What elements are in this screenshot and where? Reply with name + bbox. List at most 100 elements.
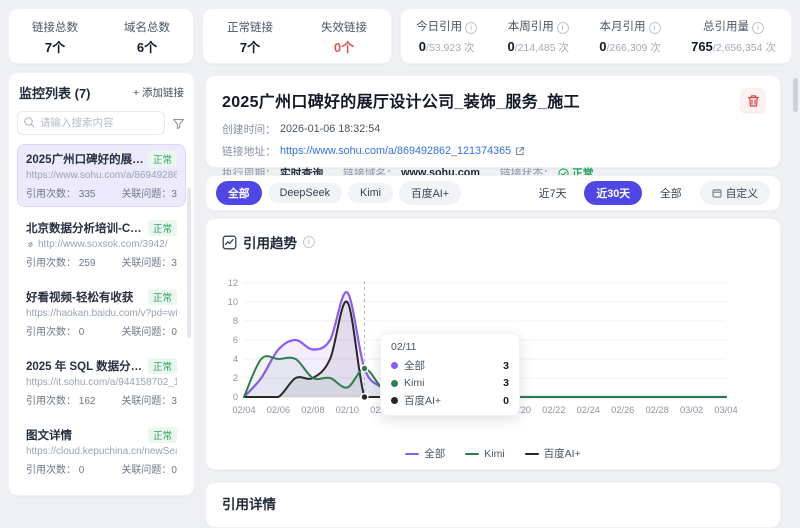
svg-text:8: 8: [233, 316, 238, 326]
svg-text:02/22: 02/22: [542, 405, 565, 415]
tab-全部[interactable]: 全部: [216, 181, 262, 205]
svg-text:02/06: 02/06: [267, 405, 290, 415]
info-icon[interactable]: i: [557, 22, 569, 34]
section-title: 引用详情: [222, 493, 764, 513]
list-item[interactable]: 图文详情正常 https://cloud.kepuchina.cn/newSear…: [17, 420, 186, 483]
legend-item-Kimi[interactable]: Kimi: [465, 446, 504, 461]
list-item[interactable]: 好看视频-轻松有收获正常 https://haokan.baidu.com/v?p…: [17, 282, 186, 345]
monitor-sidebar: 监控列表 (7) + 添加链接 2025广州口碑好的展厅设计公司_...正常ht…: [8, 72, 195, 496]
chart-icon: [222, 235, 237, 250]
link-url[interactable]: https://www.sohu.com/a/869492862_1213743…: [280, 145, 511, 157]
chart-tooltip: 02/11 全部3 Kimi3 百度AI+0: [380, 333, 520, 416]
citation-count: 引用次数： 162: [26, 392, 95, 407]
legend-swatch-icon: [405, 453, 419, 455]
stat-group-totals: 链接总数7个域名总数6个: [8, 8, 194, 64]
created-value: 2026-01-06 18:32:54: [280, 123, 380, 135]
tab-Kimi[interactable]: Kimi: [348, 183, 393, 203]
list-item[interactable]: 2025年11月车型投诉，充电桩引发...正常https://news.yich…: [17, 489, 186, 496]
svg-text:02/26: 02/26: [611, 405, 634, 415]
list-item[interactable]: 2025 年 SQL 数据分析证书培训机...正常 https://it.sohu…: [17, 351, 186, 414]
filter-icon[interactable]: [171, 116, 186, 131]
delete-button[interactable]: [740, 88, 766, 114]
citation-count: 引用次数： 335: [26, 185, 95, 200]
chart-title: 引用趋势: [243, 232, 297, 252]
item-title: 2025 年 SQL 数据分析证书培训机...: [26, 358, 144, 374]
item-url: https://haokan.baidu.com/v?pd=wisena: [26, 308, 177, 319]
tooltip-row: 全部3: [391, 358, 509, 373]
range-近30天[interactable]: 近30天: [584, 181, 642, 205]
range-tabs: 近7天近30天全部自定义: [527, 181, 770, 205]
filter-bar: 全部DeepSeekKimi百度AI+ 近7天近30天全部自定义: [205, 175, 781, 211]
stat: 本周引用i0/214,485 次: [507, 18, 569, 54]
status-badge: 正常: [148, 220, 177, 236]
svg-text:4: 4: [233, 354, 238, 364]
list-item[interactable]: 2025广州口碑好的展厅设计公司_...正常https://www.sohu.c…: [17, 144, 186, 207]
svg-text:02/10: 02/10: [336, 405, 359, 415]
info-icon[interactable]: i: [303, 236, 315, 248]
tooltip-row: Kimi3: [391, 377, 509, 389]
item-url: https://cloud.kepuchina.cn/newSearch/i: [26, 446, 177, 457]
info-icon[interactable]: i: [649, 22, 661, 34]
stat: 正常链接7个: [227, 19, 273, 54]
link-label: 链接地址：: [222, 143, 276, 159]
svg-text:12: 12: [228, 278, 238, 288]
svg-text:02/08: 02/08: [301, 405, 324, 415]
item-url: http://www.soxsok.com/3942/: [26, 239, 177, 250]
stat-group-citations: 今日引用i0/53,923 次本周引用i0/214,485 次本月引用i0/26…: [400, 8, 792, 64]
stat: 失效链接0个: [321, 19, 367, 54]
add-link-button[interactable]: + 添加链接: [133, 85, 184, 100]
tab-百度AI+[interactable]: 百度AI+: [399, 181, 461, 205]
item-url: https://it.sohu.com/a/944158702_12252:: [26, 377, 177, 388]
stat: 域名总数6个: [124, 19, 170, 54]
svg-text:2: 2: [233, 373, 238, 383]
chart-legend: 全部 Kimi 百度AI+: [206, 446, 780, 461]
search-input[interactable]: [17, 111, 165, 135]
stat-group-health: 正常链接7个 失效链接0个: [202, 8, 392, 64]
status-badge: 正常: [148, 151, 177, 167]
status-badge: 正常: [148, 358, 177, 374]
trend-chart-card: 引用趋势 i 0 2 4 6 8 10 12 02/04 02/06 02/08 02/10 02/1…: [205, 218, 781, 470]
info-icon[interactable]: i: [752, 22, 764, 34]
sidebar-scrollbar[interactable]: [187, 188, 191, 338]
series-dot-icon: [391, 362, 398, 369]
status-badge: 正常: [148, 427, 177, 443]
calendar-icon: [712, 188, 722, 198]
external-link-icon[interactable]: [515, 146, 525, 156]
svg-text:02/04: 02/04: [232, 405, 255, 415]
sidebar-title: 监控列表 (7): [19, 83, 91, 102]
item-title: 图文详情: [26, 427, 144, 443]
range-自定义[interactable]: 自定义: [700, 181, 770, 205]
status-badge: 正常: [148, 289, 177, 305]
svg-text:0: 0: [233, 392, 238, 402]
legend-item-全部[interactable]: 全部: [405, 446, 445, 461]
citation-count: 引用次数： 0: [26, 461, 84, 476]
source-tabs: 全部 DeepSeek Kimi 百度AI+: [216, 181, 461, 205]
related-questions: 关联问题：3: [121, 254, 177, 269]
stat: 今日引用i0/53,923 次: [416, 18, 477, 54]
item-title: 好看视频-轻松有收获: [26, 289, 144, 305]
related-questions: 关联问题：0: [121, 461, 177, 476]
legend-swatch-icon: [465, 453, 479, 455]
svg-text:03/04: 03/04: [714, 405, 737, 415]
range-近7天[interactable]: 近7天: [527, 181, 579, 205]
link-icon: [26, 240, 35, 249]
legend-item-百度AI+[interactable]: 百度AI+: [525, 446, 581, 461]
search-icon: [23, 116, 36, 129]
related-questions: 关联问题：0: [121, 323, 177, 338]
tooltip-date: 02/11: [391, 341, 509, 353]
range-全部[interactable]: 全部: [648, 181, 694, 205]
main-scrollbar[interactable]: [793, 74, 798, 494]
series-dot-icon: [391, 397, 398, 404]
item-title: 北京数据分析培训-CDA数据分析...: [26, 220, 144, 236]
scrollbar-thumb[interactable]: [793, 78, 798, 112]
monitor-list: 2025广州口碑好的展厅设计公司_...正常https://www.sohu.c…: [17, 144, 186, 496]
citation-count: 引用次数： 0: [26, 323, 84, 338]
tab-DeepSeek[interactable]: DeepSeek: [268, 183, 342, 203]
list-item[interactable]: 北京数据分析培训-CDA数据分析...正常 http://www.soxsok.c…: [17, 213, 186, 276]
svg-text:02/24: 02/24: [577, 405, 600, 415]
info-icon[interactable]: i: [465, 22, 477, 34]
svg-text:6: 6: [233, 335, 238, 345]
svg-text:10: 10: [228, 297, 238, 307]
stat: 本月引用i0/266,309 次: [599, 18, 661, 54]
tooltip-row: 百度AI+0: [391, 393, 509, 408]
